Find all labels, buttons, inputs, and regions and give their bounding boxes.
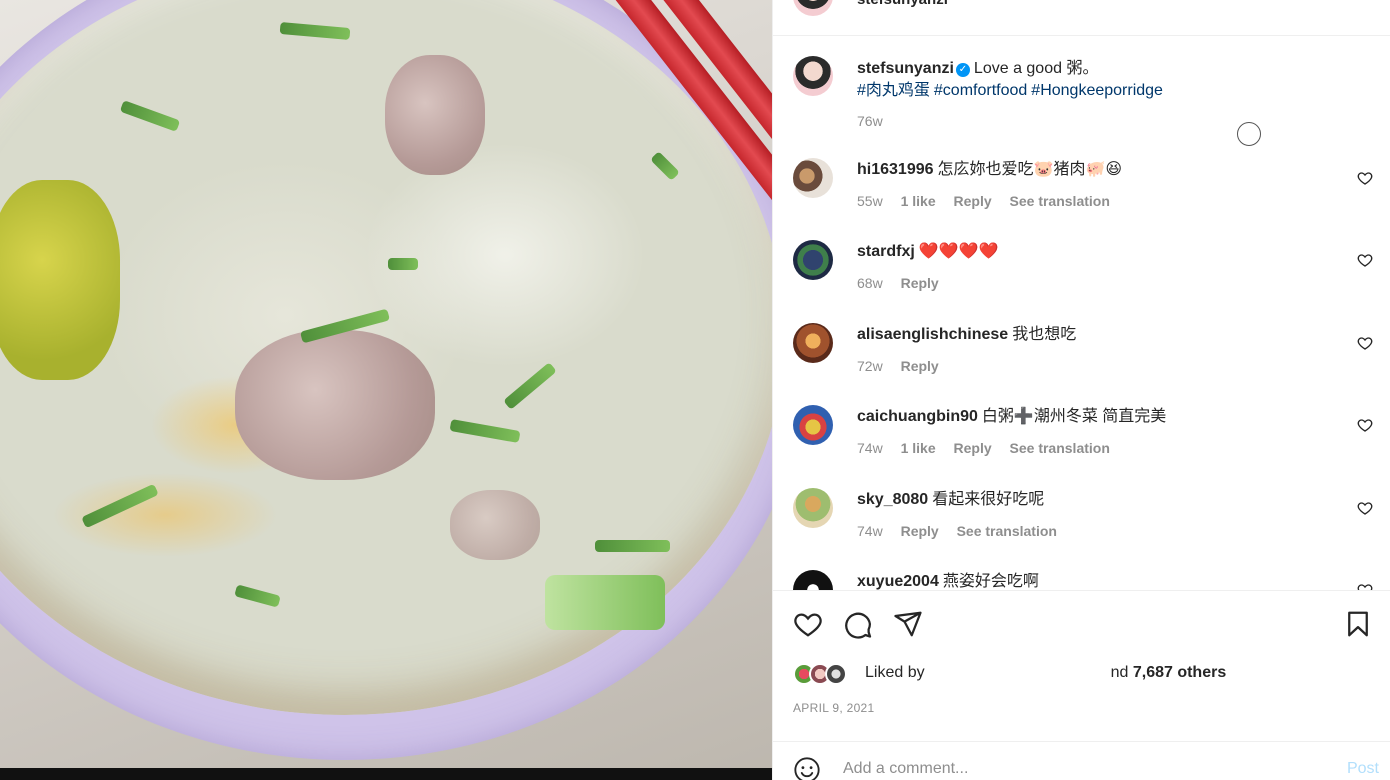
comment-username[interactable]: xuyue2004 <box>857 573 939 590</box>
heart-icon[interactable] <box>793 609 823 639</box>
post-panel: stefsunyanzi stefsunyanzi✓Love a good 粥。… <box>772 0 1390 780</box>
reply-button[interactable]: Reply <box>954 193 992 209</box>
comment-likes[interactable]: 1 like <box>901 193 936 209</box>
caption-username[interactable]: stefsunyanzi <box>857 60 954 77</box>
comment-username[interactable]: hi1631996 <box>857 161 934 178</box>
share-icon[interactable] <box>893 609 923 639</box>
comment-username[interactable]: alisaenglishchinese <box>857 326 1008 343</box>
avatar[interactable] <box>793 570 833 590</box>
verified-icon: ✓ <box>955 63 970 77</box>
post-date[interactable]: APRIL 9, 2021 <box>793 701 875 715</box>
post-header: stefsunyanzi <box>773 0 1390 36</box>
preserved-egg <box>0 180 120 380</box>
post-footer: Liked by nd 7,687 others APRIL 9, 2021 Po… <box>773 590 1390 780</box>
comment-time[interactable]: 74w <box>857 440 883 456</box>
liked-by-text[interactable]: Liked by nd 7,687 others <box>865 664 1226 682</box>
comment-text: 白粥➕潮州冬菜 简直完美 <box>981 408 1167 425</box>
header-username[interactable]: stefsunyanzi <box>857 0 948 8</box>
avatar <box>825 663 847 685</box>
heart-icon[interactable] <box>1357 582 1373 590</box>
caption-text: Love a good 粥。 <box>973 60 1099 77</box>
avatar[interactable] <box>793 0 833 16</box>
chopsticks <box>600 0 772 233</box>
scallion <box>595 540 670 552</box>
meatball <box>235 330 435 480</box>
avatar[interactable] <box>793 240 833 280</box>
comment-text: 燕姿好会吃啊 <box>942 573 1039 590</box>
comment-item: alisaenglishchinese 我也想吃 72w Reply <box>793 323 1385 389</box>
comment-time[interactable]: 68w <box>857 275 883 291</box>
action-bar <box>793 609 1373 641</box>
heart-icon[interactable] <box>1357 335 1373 351</box>
reply-button[interactable]: Reply <box>901 523 939 539</box>
comment-username[interactable]: stardfxj <box>857 243 915 260</box>
avatar[interactable] <box>793 488 833 528</box>
comment-icon[interactable] <box>843 609 873 639</box>
likes-summary: Liked by nd 7,687 others <box>793 661 1373 687</box>
see-translation-button[interactable]: See translation <box>1010 440 1110 456</box>
avatar[interactable] <box>793 323 833 363</box>
comment-likes[interactable]: 1 like <box>901 440 936 456</box>
heart-icon[interactable] <box>1357 500 1373 516</box>
caption-time[interactable]: 76w <box>857 110 1357 132</box>
loading-spinner <box>1237 122 1261 146</box>
comment-item: hi1631996 怎庅妳也爱吃🐷猪肉🐖😆 55w 1 like Reply Se… <box>793 158 1385 224</box>
comment-text: 看起来很好吃呢 <box>932 491 1045 508</box>
heart-icon[interactable] <box>1357 252 1373 268</box>
comment-text: 我也想吃 <box>1012 326 1077 343</box>
avatar[interactable] <box>793 158 833 198</box>
meatball <box>450 490 540 560</box>
add-comment-bar: Post <box>773 741 1390 780</box>
comment-time[interactable]: 72w <box>857 358 883 374</box>
comment-text: ❤️❤️❤️❤️ <box>918 243 999 260</box>
meatball <box>385 55 485 175</box>
avatar[interactable] <box>793 405 833 445</box>
see-translation-button[interactable]: See translation <box>957 523 1057 539</box>
bookmark-icon[interactable] <box>1343 609 1373 639</box>
others-count[interactable]: 7,687 others <box>1133 664 1226 681</box>
reply-button[interactable]: Reply <box>954 440 992 456</box>
liked-by-prefix: Liked by <box>865 664 925 681</box>
scallion <box>545 575 665 630</box>
avatar[interactable] <box>793 56 833 96</box>
comment-item: xuyue2004 燕姿好会吃啊 <box>793 570 1385 590</box>
hashtag-link[interactable]: #Hongkeeporridge <box>1031 82 1163 99</box>
comment-text: 怎庅妳也爱吃🐷猪肉🐖😆 <box>937 161 1123 178</box>
comment-item: sky_8080 看起来很好吃呢 74w Reply See translatio… <box>793 488 1385 554</box>
hashtag-link[interactable]: #comfortfood <box>934 82 1027 99</box>
comment-input[interactable] <box>843 756 1303 780</box>
comment-time[interactable]: 74w <box>857 523 883 539</box>
hashtag-link[interactable]: #肉丸鸡蛋 <box>857 82 930 99</box>
comment-item: stardfxj ❤️❤️❤️❤️ 68w Reply <box>793 240 1385 306</box>
liker-avatars[interactable] <box>793 661 863 687</box>
post-button[interactable]: Post <box>1347 760 1379 778</box>
smile-icon[interactable] <box>793 756 821 780</box>
reply-button[interactable]: Reply <box>901 358 939 374</box>
scallion <box>388 258 418 270</box>
comment-username[interactable]: sky_8080 <box>857 491 928 508</box>
comment-username[interactable]: caichuangbin90 <box>857 408 978 425</box>
post-image[interactable] <box>0 0 772 780</box>
see-translation-button[interactable]: See translation <box>1010 193 1110 209</box>
photo-edge <box>0 768 772 780</box>
liked-by-suffix: nd <box>1110 664 1129 681</box>
comment-item: caichuangbin90 白粥➕潮州冬菜 简直完美 74w 1 like Re… <box>793 405 1385 471</box>
comment-time[interactable]: 55w <box>857 193 883 209</box>
reply-button[interactable]: Reply <box>901 275 939 291</box>
heart-icon[interactable] <box>1357 417 1373 433</box>
heart-icon[interactable] <box>1357 170 1373 186</box>
comments-scroll[interactable]: stefsunyanzi ✓ Love a good 粥。 #肉丸鸡蛋 #comfor… <box>773 36 1390 590</box>
